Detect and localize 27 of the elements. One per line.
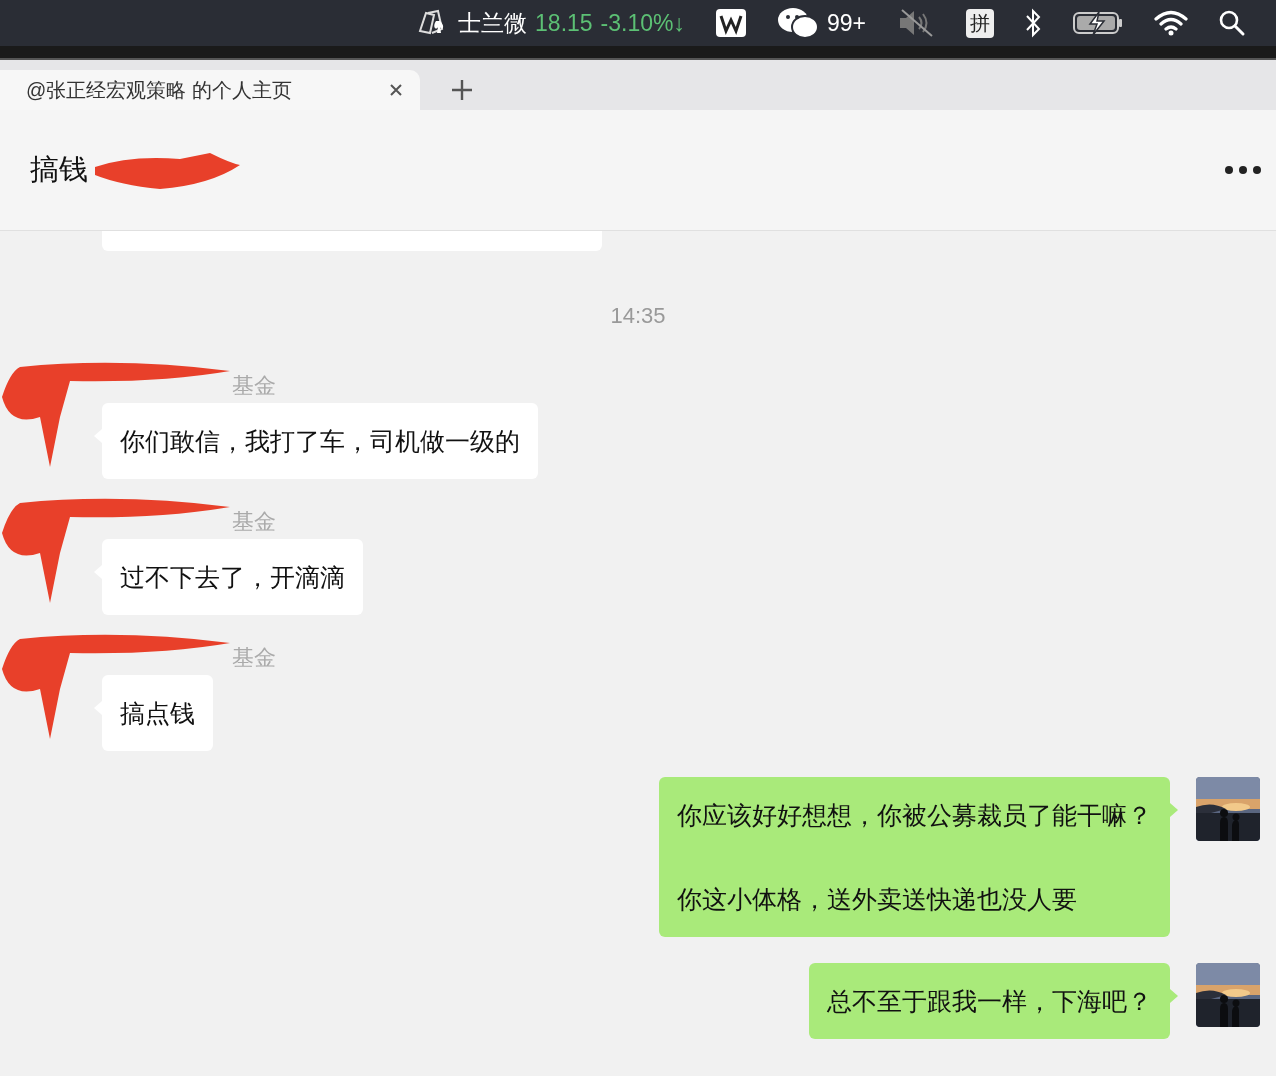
sender-name: 基金 (232, 644, 276, 672)
stock-name: 士兰微 (458, 8, 528, 38)
new-tab-icon[interactable] (450, 78, 474, 102)
input-method-button[interactable]: 拼 (966, 8, 994, 38)
message-bubble: 过不下去了，开滴滴 (102, 539, 363, 615)
message-bubble: 你应该好好想想，你被公募裁员了能干嘛？ 你这小体格，送外卖送快递也没人要 (659, 777, 1170, 937)
bluetooth-icon[interactable] (1024, 8, 1042, 38)
message-bubble: 总不至于跟我一样，下海吧？ (809, 963, 1170, 1039)
document-app-icon[interactable] (715, 8, 747, 38)
bubble-tail (1170, 803, 1178, 817)
close-icon[interactable] (388, 82, 404, 98)
chat-title: 搞钱 (30, 152, 88, 187)
browser-tab[interactable]: @张正经宏观策略 的个人主页 (0, 70, 420, 110)
stock-price: 18.15 (535, 9, 593, 37)
timestamp: 14:35 (609, 303, 667, 329)
message-bubble: 你们敢信，我打了车，司机做一级的 (102, 403, 538, 479)
battery-charging-icon[interactable] (1072, 10, 1124, 36)
sender-name: 基金 (232, 372, 276, 400)
message-bubble: 搞点钱 (102, 675, 213, 751)
more-icon[interactable] (1224, 165, 1262, 175)
chat-bubbles-icon[interactable] (777, 6, 819, 40)
search-icon[interactable] (1218, 9, 1246, 37)
unread-count: 99+ (827, 9, 866, 37)
sender-name: 基金 (232, 508, 276, 536)
bubble-tail (1170, 989, 1178, 1003)
stock-change: -3.10%↓ (600, 9, 685, 37)
wifi-icon[interactable] (1154, 10, 1188, 36)
